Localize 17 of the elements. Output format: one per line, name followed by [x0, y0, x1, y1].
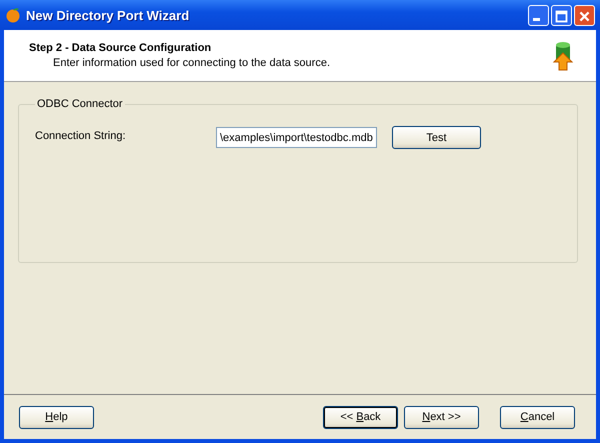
wizard-button[interactable]: << Back	[323, 406, 398, 428]
connection-string-field[interactable]: \examples\import\testodbc.mdb	[216, 127, 377, 148]
wizard-button[interactable]: Help	[19, 406, 94, 428]
maximize-button[interactable]	[551, 4, 572, 26]
wizard-button[interactable]: Cancel	[500, 406, 575, 428]
close-button[interactable]	[574, 4, 595, 26]
step-title: Step 2 - Data Source Configuration	[29, 42, 212, 54]
test-button[interactable]: Test	[392, 126, 481, 149]
wizard-button[interactable]: Next >>	[404, 406, 479, 428]
field-label: Connection String:	[35, 130, 126, 142]
database-arrow-icon	[550, 40, 576, 72]
minimize-icon	[533, 18, 540, 20]
window-title: New Directory Port Wizard	[26, 8, 190, 22]
app-icon	[5, 7, 21, 23]
group-title: ODBC Connector	[36, 98, 124, 110]
minimize-button[interactable]	[528, 4, 549, 26]
step-description: Enter information used for connecting to the data source.	[52, 57, 330, 69]
